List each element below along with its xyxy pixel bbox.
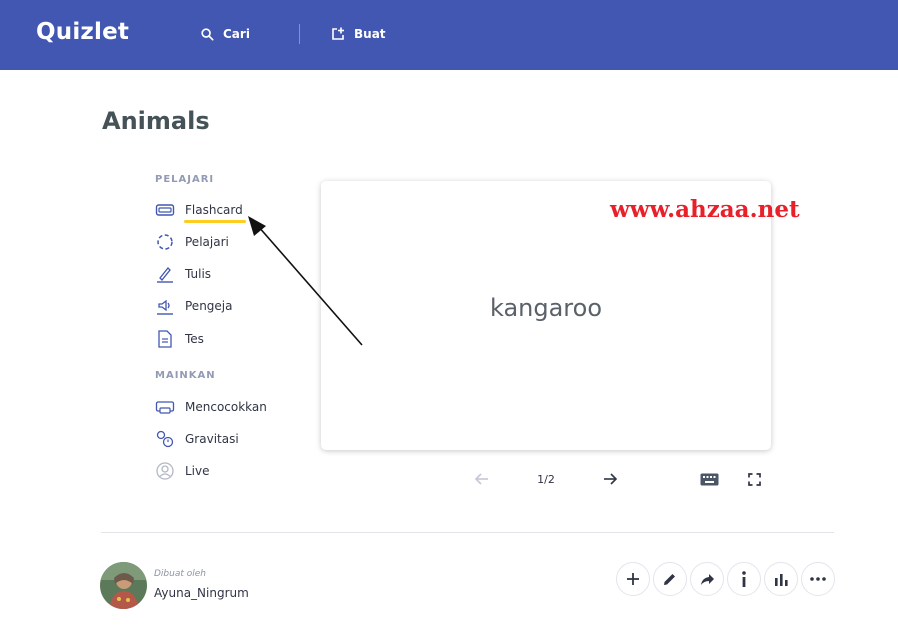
info-icon [742,571,746,587]
mode-write[interactable]: Tulis [155,263,211,285]
more-options-button[interactable] [801,562,835,596]
mode-live[interactable]: Live [155,460,210,482]
more-icon [810,577,826,581]
live-icon [156,462,174,480]
mode-label: Tes [185,332,204,346]
write-icon [157,267,173,283]
active-mode-indicator [184,220,246,223]
stats-icon [774,574,788,586]
creator-name[interactable]: Ayuna_Ningrum [154,586,249,600]
quizlet-logo[interactable]: Quizlet [36,19,129,45]
create-label: Buat [354,27,386,41]
mode-learn[interactable]: Pelajari [155,231,229,253]
search-label: Cari [223,27,250,41]
edit-button[interactable] [653,562,687,596]
fullscreen-icon [747,472,761,486]
flashcard-icon [155,204,175,216]
mode-match[interactable]: Mencocokkan [155,396,267,418]
mode-label: Gravitasi [185,432,239,446]
section-divider [101,532,834,533]
watermark-text: www.ahzaa.net [610,196,800,223]
play-section-label: MAINKAN [155,370,216,381]
share-button[interactable] [690,562,724,596]
mode-label: Flashcard [185,203,243,217]
mode-label: Mencocokkan [185,400,267,414]
keyboard-shortcuts-button[interactable] [697,470,721,488]
mode-label: Tulis [185,267,212,281]
gravity-icon [156,430,174,448]
edit-icon [664,574,675,585]
mode-spell[interactable]: Pengeja [155,295,232,317]
mode-gravity[interactable]: Gravitasi [155,428,239,450]
search-button[interactable]: Cari [201,24,250,44]
stats-button[interactable] [764,562,798,596]
set-title: Animals [102,107,210,135]
previous-card-button[interactable] [472,470,492,488]
info-button[interactable] [727,562,761,596]
keyboard-icon [700,473,718,485]
created-by-label: Dibuat oleh [154,569,207,579]
learn-section-label: PELAJARI [155,174,215,185]
arrow-right-icon [604,473,617,485]
mode-label: Pengeja [185,299,233,313]
top-navigation-bar: Quizlet Cari Buat [0,0,898,70]
create-icon [332,27,344,40]
add-icon [627,573,639,585]
mode-test[interactable]: Tes [155,328,204,350]
mode-label: Pelajari [185,235,229,249]
learn-icon [157,234,173,250]
test-icon [158,330,172,348]
create-button[interactable]: Buat [331,24,386,44]
arrow-left-icon [475,473,488,485]
mode-label: Live [185,464,210,478]
fullscreen-button[interactable] [744,470,764,488]
next-card-button[interactable] [600,470,620,488]
search-icon [201,27,214,41]
card-counter: 1/2 [537,473,555,486]
match-icon [155,401,175,414]
flashcard-term: kangaroo [489,293,603,322]
spell-icon [157,299,173,315]
creator-avatar[interactable] [100,562,147,609]
avatar-photo [100,562,147,609]
nav-divider [299,24,300,44]
mode-flashcard[interactable]: Flashcard [155,199,243,221]
share-icon [700,573,714,585]
add-button[interactable] [616,562,650,596]
